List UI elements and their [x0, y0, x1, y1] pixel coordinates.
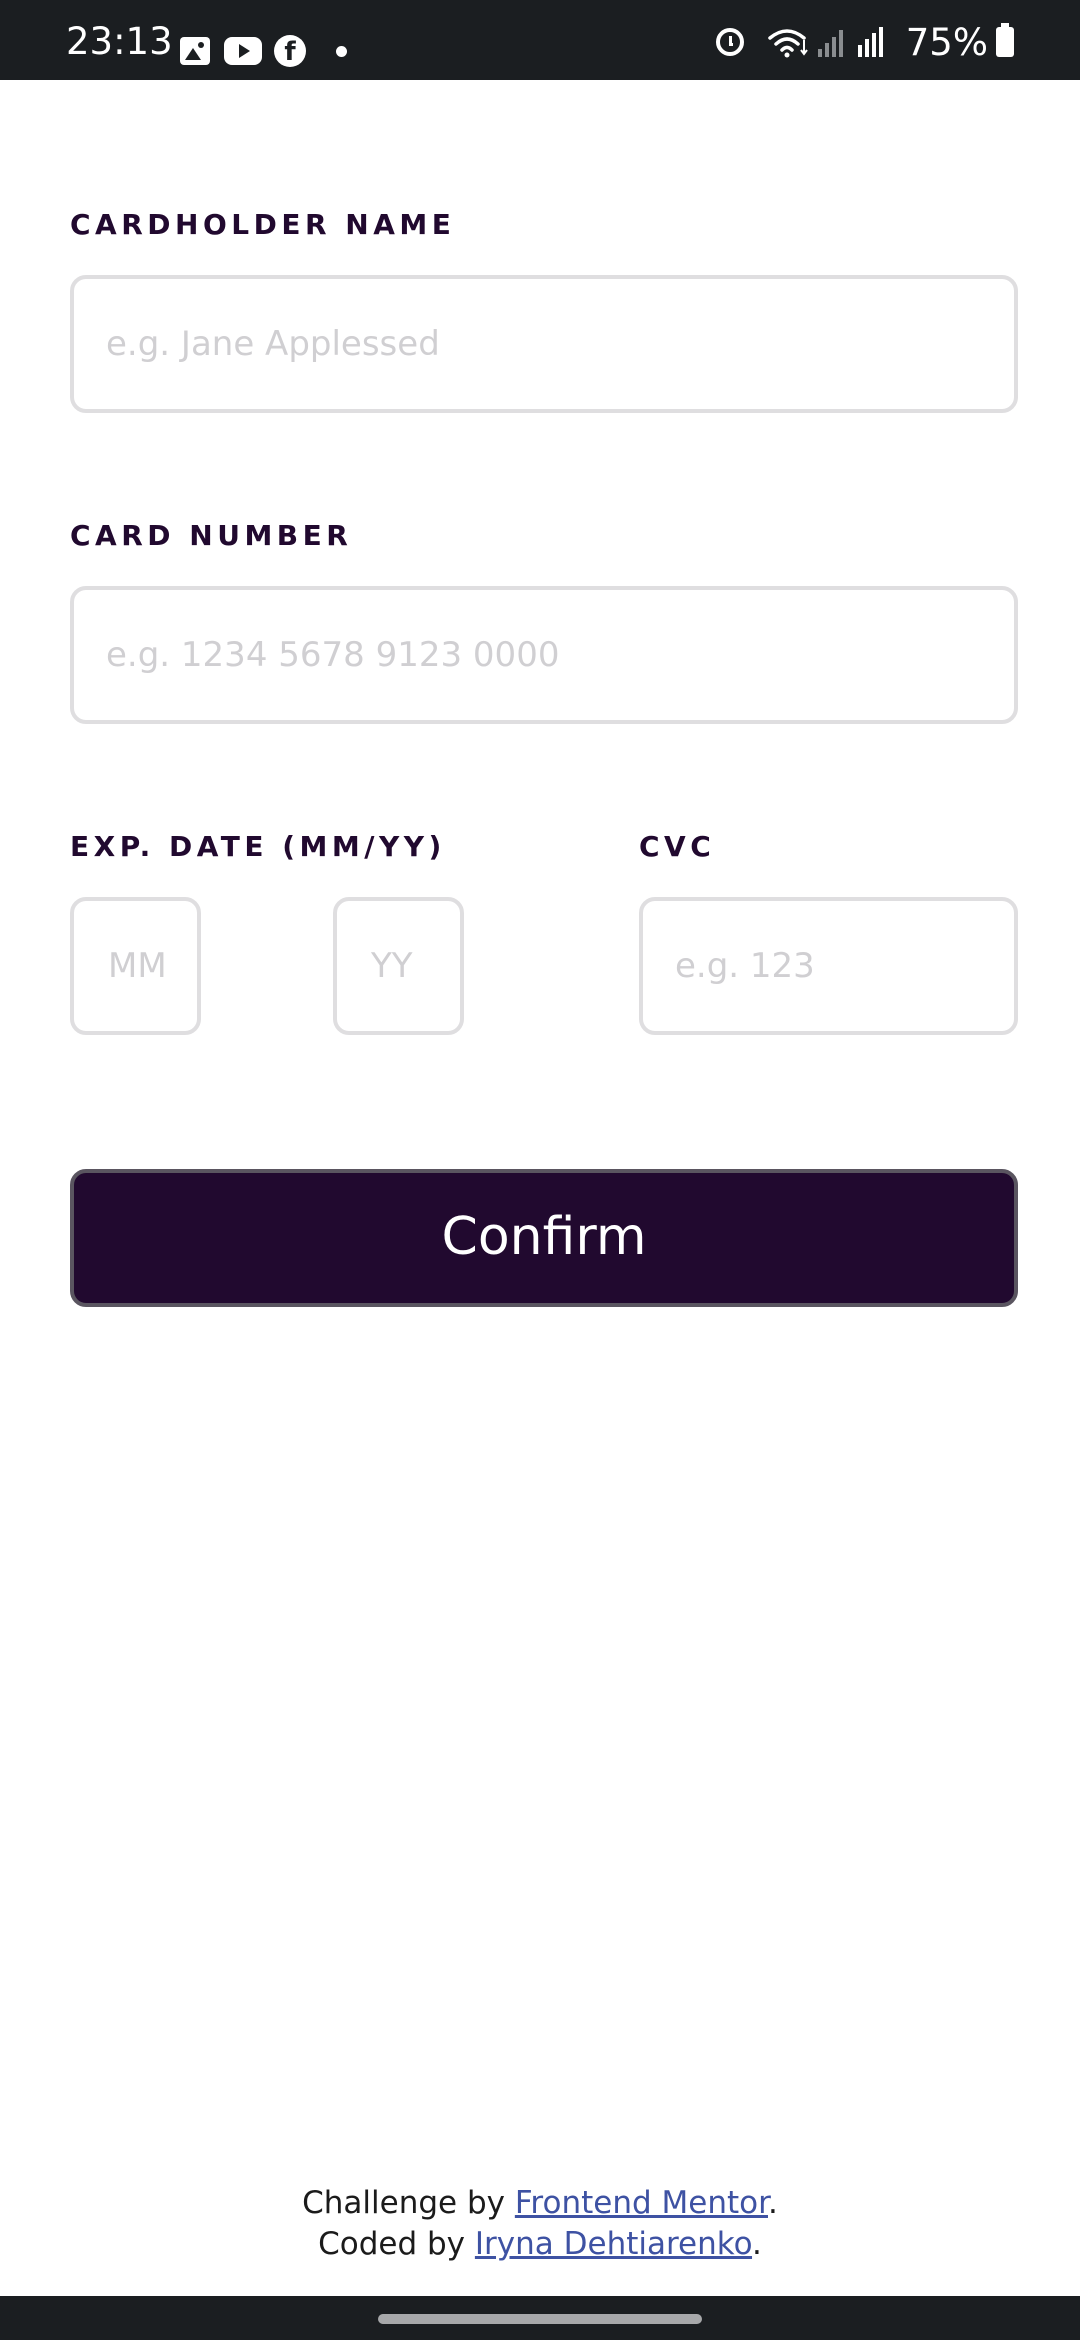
cardholder-name-input[interactable] — [70, 275, 1018, 413]
card-number-input[interactable] — [70, 586, 1018, 724]
home-gesture-handle[interactable] — [378, 2314, 702, 2324]
wifi-icon — [768, 26, 810, 58]
gallery-icon — [180, 37, 210, 65]
confirm-button[interactable]: Confirm — [70, 1169, 1018, 1307]
author-link[interactable]: Iryna Dehtiarenko — [475, 2226, 752, 2262]
battery-icon — [996, 23, 1014, 57]
cvc-label: CVC — [639, 830, 716, 863]
battery-percentage: 75% — [905, 20, 988, 64]
coded-by-attribution: Coded by Iryna Dehtiarenko. — [0, 2229, 1080, 2260]
challenge-attribution: Challenge by Frontend Mentor. — [0, 2188, 1080, 2219]
status-bar: 23:13 f 75% — [0, 0, 1080, 80]
frontend-mentor-link[interactable]: Frontend Mentor — [515, 2185, 768, 2221]
exp-year-input[interactable] — [333, 897, 464, 1035]
exp-month-input[interactable] — [70, 897, 201, 1035]
challenge-suffix: . — [768, 2185, 778, 2221]
cvc-input[interactable] — [639, 897, 1018, 1035]
card-number-label: CARD NUMBER — [70, 519, 353, 552]
coded-suffix: . — [752, 2226, 762, 2262]
challenge-prefix: Challenge by — [302, 2185, 515, 2221]
signal-icon — [857, 27, 888, 57]
alarm-icon — [715, 28, 744, 56]
navigation-bar — [0, 2296, 1080, 2340]
system-icons: 75% — [715, 20, 1014, 64]
coded-prefix: Coded by — [318, 2226, 475, 2262]
dot-icon — [336, 45, 347, 57]
facebook-icon: f — [274, 35, 306, 67]
status-time: 23:13 — [66, 20, 173, 63]
notification-icons: f — [180, 34, 347, 68]
exp-date-label: EXP. DATE (MM/YY) — [70, 830, 446, 863]
cardholder-name-label: CARDHOLDER NAME — [70, 208, 456, 241]
signal-icon — [817, 27, 848, 57]
youtube-icon — [224, 37, 262, 65]
